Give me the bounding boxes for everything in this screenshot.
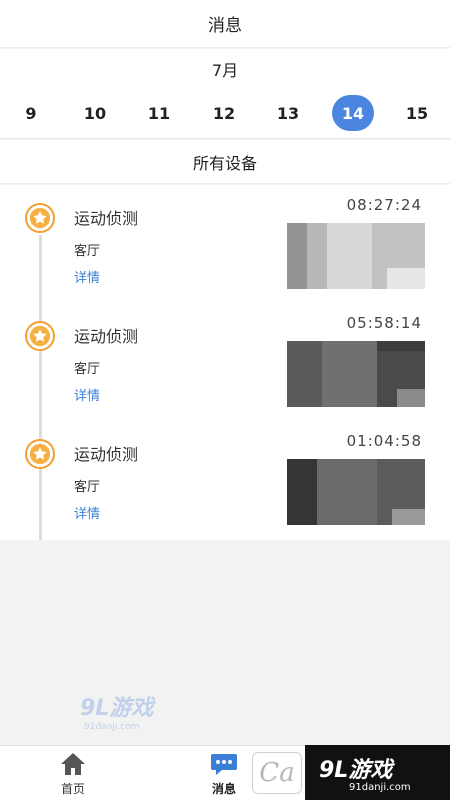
day-item-selected[interactable]: 14: [332, 95, 374, 131]
event-item[interactable]: 运动侦测 客厅 详情 08:27:24: [0, 185, 450, 303]
star-icon: [25, 203, 55, 233]
top-header: 消息: [0, 0, 450, 48]
month-label: 7月: [211, 61, 239, 80]
home-icon: [58, 750, 88, 778]
tab-messages-label: 消息: [211, 782, 236, 796]
event-location: 客厅: [74, 244, 101, 259]
date-selector: 7月 9 10 11 12 13 14 15: [0, 49, 450, 139]
event-location: 客厅: [74, 480, 101, 495]
detail-link[interactable]: 详情: [74, 385, 100, 404]
event-snapshot[interactable]: [287, 341, 425, 407]
event-list: 运动侦测 客厅 详情 08:27:24 运动侦测 客厅 详情 05:58:14: [0, 185, 450, 540]
watermark-corner: 9L游戏 91danji.com: [305, 745, 450, 800]
message-icon: [209, 750, 239, 778]
detail-link[interactable]: 详情: [74, 267, 100, 286]
event-item[interactable]: 运动侦测 客厅 详情 05:58:14: [0, 303, 450, 421]
watermark-corner-letter: Ca: [252, 752, 302, 794]
day-item[interactable]: 13: [267, 95, 309, 131]
event-item[interactable]: 运动侦测 客厅 详情 01:04:58: [0, 421, 450, 539]
watermark-domain: 91danji.com: [84, 722, 140, 732]
watermark-corner-domain: 91danji.com: [349, 782, 411, 793]
day-item[interactable]: 11: [138, 95, 180, 131]
tab-home-label: 首页: [60, 782, 85, 796]
event-snapshot[interactable]: [287, 223, 425, 289]
device-filter[interactable]: 所有设备: [0, 140, 450, 184]
event-title: 运动侦测: [74, 209, 139, 228]
day-item[interactable]: 10: [74, 95, 116, 131]
day-item[interactable]: 15: [396, 95, 438, 131]
event-time: 05:58:14: [346, 314, 422, 332]
watermark-logo: 9L游戏 91danji.com: [80, 690, 180, 732]
star-icon: [25, 321, 55, 351]
watermark-corner-brand: 9L游戏: [319, 758, 393, 783]
event-location: 客厅: [74, 362, 101, 377]
event-time: 01:04:58: [346, 432, 422, 450]
day-item[interactable]: 12: [203, 95, 245, 131]
day-item[interactable]: 9: [10, 95, 52, 131]
event-snapshot[interactable]: [287, 459, 425, 525]
star-icon: [25, 439, 55, 469]
event-title: 运动侦测: [74, 445, 139, 464]
event-time: 08:27:24: [346, 196, 422, 214]
detail-link[interactable]: 详情: [74, 503, 100, 522]
page-title: 消息: [208, 16, 242, 36]
watermark-brand: 9L游戏: [80, 696, 154, 721]
tab-home[interactable]: 首页: [38, 750, 108, 798]
tab-messages[interactable]: 消息: [189, 750, 259, 798]
event-title: 运动侦测: [74, 327, 139, 346]
day-strip: 9 10 11 12 13 14 15: [0, 95, 450, 131]
